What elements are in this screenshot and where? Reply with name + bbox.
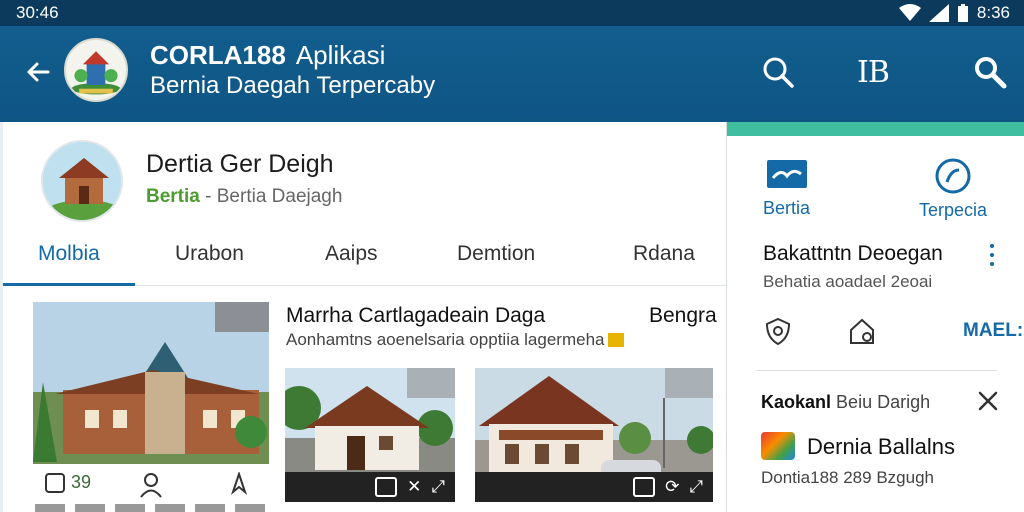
side-nav-bertia[interactable]: Bertia bbox=[763, 158, 810, 219]
status-time-left: 30:46 bbox=[16, 3, 59, 22]
image-icon[interactable] bbox=[375, 477, 398, 497]
photo-tag bbox=[407, 368, 455, 398]
search-button[interactable] bbox=[758, 52, 798, 92]
article-description: Aonhamtns aoenelsaria opptiia lagermeha bbox=[286, 330, 625, 350]
signal-icon bbox=[928, 4, 949, 22]
card-stat-chip[interactable]: 39 bbox=[45, 472, 91, 493]
side-panel: Bertia Terpecia Bakattntn Deoegan Behati… bbox=[726, 122, 1024, 512]
photo-thumbnail-1[interactable]: ✕ ⤢ bbox=[285, 368, 455, 502]
app-logo bbox=[64, 38, 128, 102]
label-icon bbox=[608, 333, 625, 347]
app-subtitle: Bernia Daegah Terpercaby bbox=[150, 72, 436, 99]
profile-subtitle: Bertia - Bertia Daejagh bbox=[146, 186, 343, 207]
notification-subtitle: Dontia188 289 Bzgugh bbox=[761, 468, 934, 487]
compass-icon bbox=[935, 158, 971, 194]
notification-header: Kaokanl Beiu Darigh bbox=[761, 392, 931, 412]
mail-action-button[interactable]: MAEL:: bbox=[963, 320, 1024, 342]
status-time-right: 8:36 bbox=[976, 3, 1010, 22]
side-title: Bakattntn Deoegan bbox=[763, 242, 943, 265]
article-headline-right[interactable]: Bengra bbox=[649, 304, 717, 328]
app-title: CORLA188 Aplikasi bbox=[150, 40, 386, 70]
card-actions: 39 bbox=[45, 472, 265, 502]
card-caption bbox=[35, 504, 271, 512]
app-bar: CORLA188 Aplikasi Bernia Daegah Terpercab… bbox=[0, 26, 1024, 122]
tools-icon[interactable]: ✕ bbox=[407, 477, 421, 497]
sync-icon[interactable]: ⟳ bbox=[665, 477, 679, 497]
tab-rdana[interactable]: Rdana bbox=[633, 242, 695, 266]
translate-button[interactable]: IB bbox=[848, 52, 898, 92]
active-tab-indicator bbox=[3, 283, 135, 286]
article-headline[interactable]: Marrha Cartlagadeain Daga bbox=[286, 304, 545, 328]
photo-tag bbox=[665, 368, 713, 398]
translate-icon: IB bbox=[857, 54, 890, 90]
tab-bar: Molbia Urabon Aaips Demtion Rdana bbox=[3, 230, 726, 286]
news-icon bbox=[766, 160, 807, 188]
side-nav-terpecia[interactable]: Terpecia bbox=[919, 158, 987, 221]
share-icon[interactable] bbox=[227, 472, 251, 498]
more-options-icon[interactable] bbox=[989, 244, 995, 266]
expand-icon[interactable]: ⤢ bbox=[431, 477, 445, 497]
image-icon[interactable] bbox=[633, 477, 656, 497]
tab-demtion[interactable]: Demtion bbox=[457, 242, 535, 266]
status-bar: 30:46 8:36 bbox=[0, 0, 1024, 26]
photo-toolbar: ⟳ ⤢ bbox=[475, 472, 713, 502]
tab-molbia[interactable]: Molbia bbox=[38, 242, 100, 266]
status-icons: 8:36 bbox=[898, 3, 1010, 23]
back-arrow-icon[interactable] bbox=[22, 56, 54, 88]
home-icon[interactable] bbox=[847, 316, 877, 346]
side-subtitle: Behatia aoadael 2eoai bbox=[763, 272, 933, 291]
search-icon bbox=[975, 57, 1007, 89]
user-icon[interactable] bbox=[139, 472, 163, 498]
wifi-icon bbox=[898, 4, 921, 21]
tab-urabon[interactable]: Urabon bbox=[175, 242, 244, 266]
shield-icon[interactable] bbox=[763, 316, 793, 346]
feature-card-image[interactable] bbox=[33, 302, 269, 464]
card-tag bbox=[215, 302, 269, 332]
profile-avatar[interactable] bbox=[41, 140, 123, 222]
expand-icon[interactable]: ⤢ bbox=[689, 477, 703, 497]
app-icon bbox=[761, 432, 795, 460]
search-button-secondary[interactable] bbox=[970, 52, 1010, 92]
battery-icon bbox=[957, 4, 968, 22]
profile-name: Dertia Ger Deigh bbox=[146, 150, 334, 178]
close-icon[interactable] bbox=[977, 390, 999, 412]
tab-aaips[interactable]: Aaips bbox=[325, 242, 378, 266]
side-panel-accent bbox=[727, 122, 1024, 136]
search-icon bbox=[763, 57, 794, 88]
side-actions: MAEL:: bbox=[763, 314, 1024, 348]
notification-title[interactable]: Dernia Ballalns bbox=[807, 434, 955, 460]
side-divider bbox=[757, 370, 997, 371]
photo-thumbnail-2[interactable]: ⟳ ⤢ bbox=[475, 368, 713, 502]
main-panel: Dertia Ger Deigh Bertia - Bertia Daejagh… bbox=[3, 122, 726, 512]
square-icon bbox=[45, 472, 65, 493]
photo-toolbar: ✕ ⤢ bbox=[285, 472, 455, 502]
